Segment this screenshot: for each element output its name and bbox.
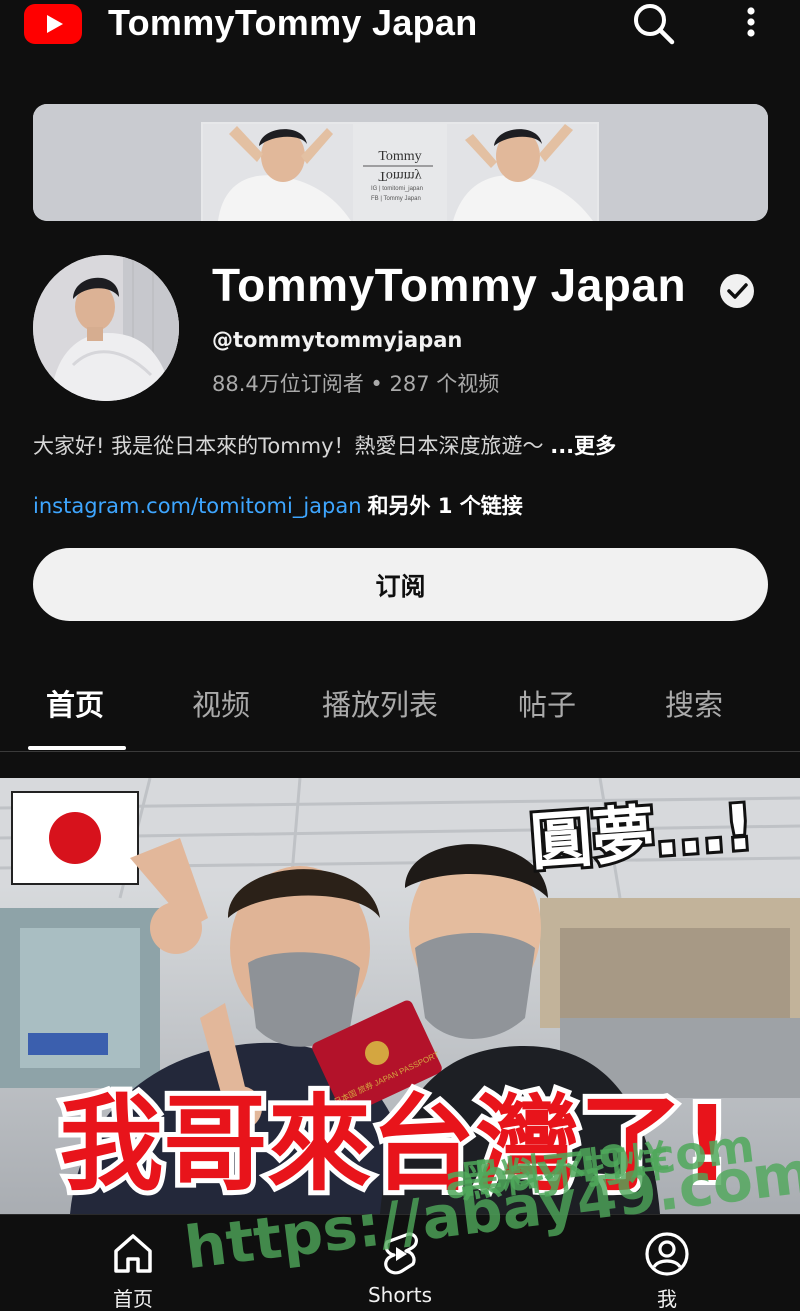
tab-playlists[interactable]: 播放列表: [322, 682, 438, 724]
top-caption: 圓夢...!: [525, 787, 758, 881]
description-text: 大家好! 我是從日本來的Tommy！熱愛日本深度旅遊～: [33, 434, 551, 458]
banner-photo-left: [203, 124, 353, 221]
banner-ig-line: IG | tomitomi_japan: [371, 186, 423, 192]
channel-stats: 88.4万位订阅者 • 287 个视频: [212, 372, 500, 396]
youtube-logo-icon[interactable]: [24, 4, 82, 44]
app-title: TommyTommy Japan: [108, 2, 478, 43]
subscribe-button[interactable]: 订阅: [33, 548, 768, 621]
banner-fb-line: FB | Tommy Japan: [371, 196, 421, 202]
tab-home[interactable]: 首页: [46, 682, 104, 724]
verified-badge-icon: [719, 273, 755, 309]
tab-posts[interactable]: 帖子: [518, 682, 576, 724]
instagram-link[interactable]: instagram.com/tomitomi_japan: [33, 494, 362, 518]
tab-search[interactable]: 搜索: [665, 682, 723, 724]
top-caption-text: 圓夢...!: [528, 790, 755, 878]
more-links-button[interactable]: 和另外 1 个链接: [368, 494, 523, 518]
channel-banner[interactable]: Tommy Tommy IG | tomitomi_japan FB | Tom…: [33, 104, 768, 221]
channel-avatar[interactable]: [33, 255, 179, 401]
tab-videos[interactable]: 视频: [192, 682, 250, 724]
channel-handle: @tommytommyjapan: [212, 328, 463, 352]
banner-name-top: Tommy: [378, 149, 421, 164]
top-app-bar: TommyTommy Japan: [0, 0, 800, 52]
channel-links: instagram.com/tomitomi_japan 和另外 1 个链接: [33, 490, 523, 520]
active-tab-indicator: [28, 746, 126, 750]
banner-name-mirrored: Tommy: [378, 168, 421, 183]
channel-description[interactable]: 大家好! 我是從日本來的Tommy！熱愛日本深度旅遊～ ...更多: [33, 430, 616, 460]
banner-photo-right: [447, 124, 597, 221]
channel-name: TommyTommy Japan: [212, 259, 687, 311]
search-icon[interactable]: [628, 0, 678, 48]
channel-tabs: 首页 视频 播放列表 帖子 搜索: [0, 668, 800, 752]
watermark-overlay: https://abay49.com abay49.com: [181, 1120, 800, 1282]
more-vert-icon[interactable]: [734, 2, 768, 46]
japan-flag-icon: [11, 791, 139, 885]
more-link[interactable]: ...更多: [550, 434, 616, 458]
